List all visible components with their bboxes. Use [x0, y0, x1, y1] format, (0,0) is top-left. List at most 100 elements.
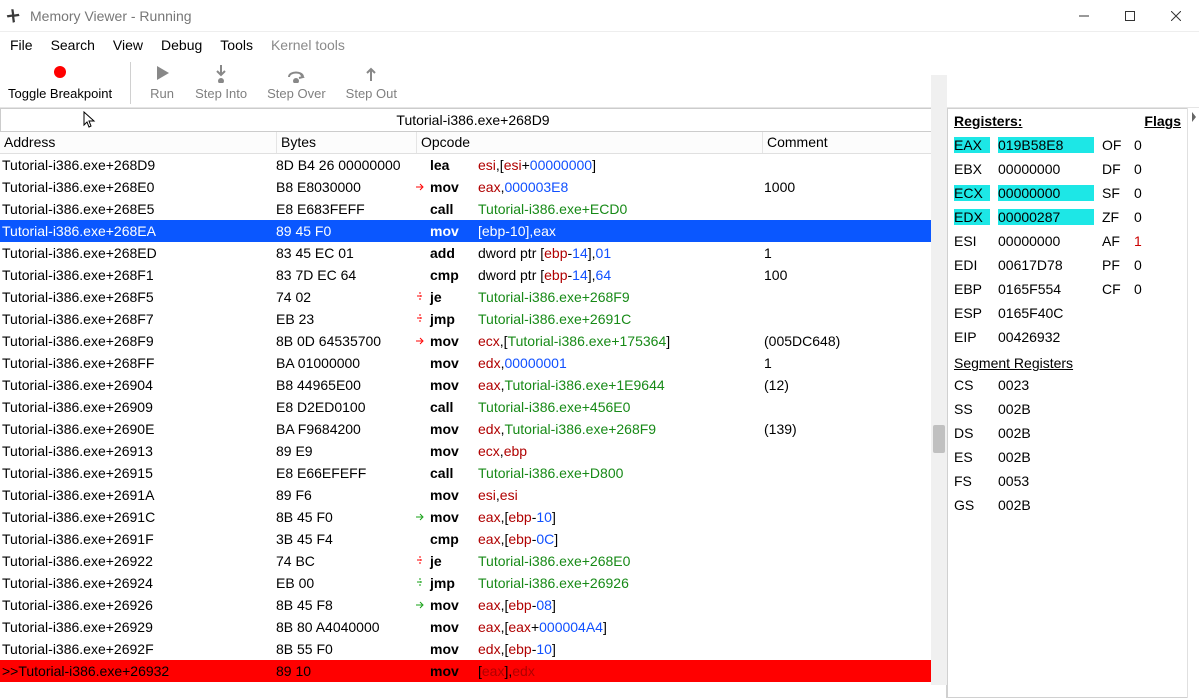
disasm-row[interactable]: Tutorial-i386.exe+2691C8B 45 F0moveax,[e… — [0, 506, 946, 528]
disasm-row[interactable]: >>Tutorial-i386.exe+2693289 10mov[eax],e… — [0, 660, 946, 682]
bytes-cell: 3B 45 F4 — [276, 531, 416, 547]
bytes-cell: EB 23 — [276, 311, 416, 327]
operands-cell: ecx,ebp — [478, 443, 762, 459]
comment-cell: 100 — [762, 267, 946, 283]
disasm-row[interactable]: Tutorial-i386.exe+26924EB 00jmpTutorial-… — [0, 572, 946, 594]
addr-cell: Tutorial-i386.exe+268ED — [0, 245, 276, 261]
disasm-row[interactable]: Tutorial-i386.exe+269298B 80 A4040000mov… — [0, 616, 946, 638]
register-ebx[interactable]: EBX00000000DF0 — [954, 157, 1181, 181]
disasm-row[interactable]: Tutorial-i386.exe+268F98B 0D 64535700mov… — [0, 330, 946, 352]
disasm-row[interactable]: Tutorial-i386.exe+2690EBA F9684200movedx… — [0, 418, 946, 440]
disasm-row[interactable]: Tutorial-i386.exe+268ED83 45 EC 01adddwo… — [0, 242, 946, 264]
addr-cell: Tutorial-i386.exe+268D9 — [0, 157, 276, 173]
window-title: Memory Viewer - Running — [30, 8, 192, 24]
operands-cell: edx,[ebp-10] — [478, 641, 762, 657]
stepout-icon — [358, 62, 384, 84]
disasm-row[interactable]: Tutorial-i386.exe+2691F3B 45 F4cmpeax,[e… — [0, 528, 946, 550]
maximize-button[interactable] — [1107, 0, 1153, 32]
disasm-row[interactable]: Tutorial-i386.exe+269268B 45 F8moveax,[e… — [0, 594, 946, 616]
menu-tools[interactable]: Tools — [220, 37, 253, 53]
operands-cell: eax,[ebp-10] — [478, 509, 762, 525]
addr-cell: Tutorial-i386.exe+268F7 — [0, 311, 276, 327]
disasm-row[interactable]: Tutorial-i386.exe+268F183 7D EC 64cmpdwo… — [0, 264, 946, 286]
segment-es[interactable]: ES002B — [954, 445, 1181, 469]
register-ebp[interactable]: EBP0165F554CF0 — [954, 277, 1181, 301]
disasm-row[interactable]: Tutorial-i386.exe+268FFBA 01000000movedx… — [0, 352, 946, 374]
menu-view[interactable]: View — [113, 37, 143, 53]
disasm-row[interactable]: Tutorial-i386.exe+2692F8B 55 F0movedx,[e… — [0, 638, 946, 660]
opcode-cell: lea — [416, 157, 478, 173]
disasm-row[interactable]: Tutorial-i386.exe+268F7EB 23jmpTutorial-… — [0, 308, 946, 330]
operands-cell: eax,[eax+000004A4] — [478, 619, 762, 635]
segment-fs[interactable]: FS0053 — [954, 469, 1181, 493]
registers-panel: Registers:Flags EAX019B58E8OF0EBX0000000… — [947, 108, 1187, 698]
operands-cell: Tutorial-i386.exe+D800 — [478, 465, 762, 481]
menu-search[interactable]: Search — [51, 37, 95, 53]
opcode-cell: je — [416, 553, 478, 569]
segment-cs[interactable]: CS0023 — [954, 373, 1181, 397]
bytes-cell: EB 00 — [276, 575, 416, 591]
addr-cell: Tutorial-i386.exe+268E5 — [0, 201, 276, 217]
vertical-scrollbar[interactable] — [931, 75, 947, 685]
disasm-row[interactable]: Tutorial-i386.exe+2691A89 F6movesi,esi — [0, 484, 946, 506]
disasm-row[interactable]: Tutorial-i386.exe+2692274 BCjeTutorial-i… — [0, 550, 946, 572]
location-text: Tutorial-i386.exe+268D9 — [396, 112, 549, 128]
addr-cell: Tutorial-i386.exe+26913 — [0, 443, 276, 459]
operands-cell: Tutorial-i386.exe+2691C — [478, 311, 762, 327]
disasm-row[interactable]: Tutorial-i386.exe+26904B8 44965E00moveax… — [0, 374, 946, 396]
addr-cell: Tutorial-i386.exe+2690E — [0, 421, 276, 437]
flags-title: Flags — [1144, 113, 1181, 129]
right-splitter[interactable] — [1187, 108, 1199, 698]
menu-kernel-tools[interactable]: Kernel tools — [271, 37, 345, 53]
register-edx[interactable]: EDX00000287ZF0 — [954, 205, 1181, 229]
segment-ds[interactable]: DS002B — [954, 421, 1181, 445]
toggle-breakpoint-button[interactable]: Toggle Breakpoint — [2, 62, 118, 101]
disasm-row[interactable]: Tutorial-i386.exe+268E0B8 E8030000moveax… — [0, 176, 946, 198]
col-address[interactable]: Address — [0, 132, 276, 153]
bytes-cell: 89 45 F0 — [276, 223, 416, 239]
disasm-row[interactable]: Tutorial-i386.exe+2691389 E9movecx,ebp — [0, 440, 946, 462]
play-icon — [149, 62, 175, 84]
menu-debug[interactable]: Debug — [161, 37, 202, 53]
register-esi[interactable]: ESI00000000AF1 — [954, 229, 1181, 253]
addr-cell: Tutorial-i386.exe+2691A — [0, 487, 276, 503]
register-edi[interactable]: EDI00617D78PF0 — [954, 253, 1181, 277]
disasm-row[interactable]: Tutorial-i386.exe+26915E8 E66EFEFFcallTu… — [0, 462, 946, 484]
operands-cell: esi,esi — [478, 487, 762, 503]
close-button[interactable] — [1153, 0, 1199, 32]
addr-cell: Tutorial-i386.exe+26924 — [0, 575, 276, 591]
step-over-button: Step Over — [261, 62, 332, 101]
segment-registers-title: Segment Registers — [954, 355, 1181, 371]
menu-file[interactable]: File — [10, 37, 33, 53]
disasm-row[interactable]: Tutorial-i386.exe+26909E8 D2ED0100callTu… — [0, 396, 946, 418]
comment-cell: (005DC648) — [762, 333, 946, 349]
opcode-cell: mov — [416, 619, 478, 635]
scrollbar-thumb[interactable] — [933, 425, 945, 453]
opcode-cell: jmp — [416, 311, 478, 327]
register-eax[interactable]: EAX019B58E8OF0 — [954, 133, 1181, 157]
register-esp[interactable]: ESP0165F40C — [954, 301, 1181, 325]
bytes-cell: 8B 55 F0 — [276, 641, 416, 657]
bytes-cell: E8 E683FEFF — [276, 201, 416, 217]
disasm-row[interactable]: Tutorial-i386.exe+268F574 02jeTutorial-i… — [0, 286, 946, 308]
opcode-cell: call — [416, 399, 478, 415]
segment-ss[interactable]: SS002B — [954, 397, 1181, 421]
segment-gs[interactable]: GS002B — [954, 493, 1181, 517]
operands-cell: dword ptr [ebp-14],64 — [478, 267, 762, 283]
col-comment[interactable]: Comment▲ — [762, 132, 946, 153]
opcode-cell: mov — [416, 663, 478, 679]
operands-cell: eax,000003E8 — [478, 179, 762, 195]
col-bytes[interactable]: Bytes — [276, 132, 416, 153]
addr-cell: Tutorial-i386.exe+26926 — [0, 597, 276, 613]
disasm-row[interactable]: Tutorial-i386.exe+268EA89 45 F0mov[ebp-1… — [0, 220, 946, 242]
disasm-row[interactable]: Tutorial-i386.exe+268E5E8 E683FEFFcallTu… — [0, 198, 946, 220]
location-bar[interactable]: Tutorial-i386.exe+268D9 — [0, 108, 946, 132]
minimize-button[interactable] — [1061, 0, 1107, 32]
register-eip[interactable]: EIP00426932 — [954, 325, 1181, 349]
bytes-cell: 74 02 — [276, 289, 416, 305]
col-opcode[interactable]: Opcode — [416, 132, 762, 153]
opcode-cell: mov — [416, 487, 478, 503]
disassembly-listing[interactable]: Tutorial-i386.exe+268D98D B4 26 00000000… — [0, 154, 946, 698]
disasm-row[interactable]: Tutorial-i386.exe+268D98D B4 26 00000000… — [0, 154, 946, 176]
register-ecx[interactable]: ECX00000000SF0 — [954, 181, 1181, 205]
